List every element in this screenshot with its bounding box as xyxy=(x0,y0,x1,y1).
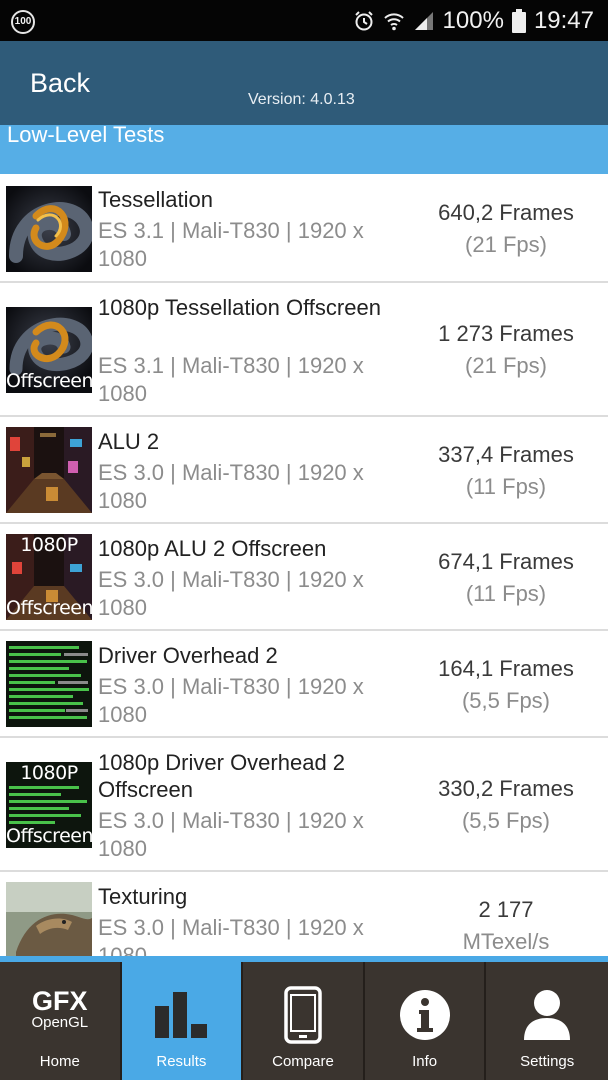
test-subtitle: ES 3.0 | Mali-T830 | 1920 x 1080 xyxy=(98,915,364,956)
app-header: Back Version: 4.0.13 xyxy=(0,41,608,125)
status-indicators: 100% 19:47 xyxy=(353,0,594,41)
test-score: 640,2 Frames xyxy=(438,200,574,225)
texturing-thumbnail xyxy=(6,882,92,956)
list-item[interactable]: Texturing ES 3.0 | Mali-T830 | 1920 x 10… xyxy=(0,872,608,956)
test-subtitle: ES 3.0 | Mali-T830 | 1920 x 1080 xyxy=(98,567,364,620)
list-item[interactable]: ALU 2 ES 3.0 | Mali-T830 | 1920 x 1080 3… xyxy=(0,417,608,524)
section-header: Low-Level Tests xyxy=(0,122,608,174)
bar-chart-icon xyxy=(122,988,242,1042)
offscreen-thumb-label: Offscreen xyxy=(6,825,92,847)
nav-label: Settings xyxy=(520,1053,575,1070)
offscreen-thumb-label: Offscreen xyxy=(6,597,92,619)
notification-badge-icon: 100 xyxy=(11,10,35,34)
test-title: Driver Overhead 2 xyxy=(98,643,278,668)
test-subtitle: ES 3.0 | Mali-T830 | 1920 x 1080 xyxy=(98,460,364,513)
1080p-thumb-label: 1080P xyxy=(20,534,78,556)
test-fps: (11 Fps) xyxy=(465,474,547,499)
test-fps: (5,5 Fps) xyxy=(461,688,551,713)
signal-icon xyxy=(413,10,435,32)
test-score: 164,1 Frames xyxy=(438,656,574,681)
version-label: Version: 4.0.13 xyxy=(248,91,355,108)
battery-icon xyxy=(511,8,526,33)
test-title: 1080p Driver Overhead 2 Offscreen xyxy=(98,750,346,802)
list-item[interactable]: 1080P Offscreen 1080p Driver Overhead 2 … xyxy=(0,738,608,872)
test-subtitle: ES 3.0 | Mali-T830 | 1920 x 1080 xyxy=(98,674,364,727)
test-fps: (5,5 Fps) xyxy=(461,808,551,833)
test-score: 674,1 Frames xyxy=(438,549,574,574)
battery-percent: 100% xyxy=(442,6,504,34)
test-score: 1 273 Frames xyxy=(438,321,574,346)
1080p-thumb-label: 1080P xyxy=(20,762,78,784)
user-icon xyxy=(486,988,608,1042)
test-fps: (21 Fps) xyxy=(465,232,547,257)
test-subtitle: ES 3.0 | Mali-T830 | 1920 x 1080 xyxy=(98,808,364,861)
list-item[interactable]: Offscreen 1080p Tessellation Offscreen E… xyxy=(0,283,608,417)
test-score: 330,2 Frames xyxy=(438,776,574,801)
offscreen-thumb-label: Offscreen xyxy=(6,370,92,392)
results-list[interactable]: Tessellation ES 3.1 | Mali-T830 | 1920 x… xyxy=(0,174,608,956)
test-unit: MTexel/s xyxy=(462,929,550,954)
alarm-icon xyxy=(353,10,375,32)
gfx-logo-text: GFX xyxy=(32,986,88,1016)
driver-overhead-thumbnail xyxy=(6,641,92,727)
driver-overhead-offscreen-thumbnail: 1080P Offscreen xyxy=(6,762,92,848)
tessellation-thumbnail xyxy=(6,186,92,272)
test-fps: (21 Fps) xyxy=(465,353,547,378)
alu2-offscreen-thumbnail: 1080P Offscreen xyxy=(6,534,92,620)
test-title: Tessellation xyxy=(98,187,213,212)
list-item[interactable]: 1080P Offscreen 1080p ALU 2 Offscreen ES… xyxy=(0,524,608,631)
test-title: 1080p Tessellation Offscreen xyxy=(98,295,381,320)
nav-label: Results xyxy=(156,1053,207,1070)
test-fps: (11 Fps) xyxy=(465,581,547,606)
info-icon xyxy=(365,988,485,1042)
back-button[interactable]: Back xyxy=(30,68,90,99)
wifi-icon xyxy=(383,10,405,32)
nav-home[interactable]: GFX OpenGL Home xyxy=(0,962,122,1080)
nav-results[interactable]: Results xyxy=(121,962,244,1080)
list-item[interactable]: Driver Overhead 2 ES 3.0 | Mali-T830 | 1… xyxy=(0,631,608,738)
nav-label: Compare xyxy=(272,1053,334,1070)
test-title: 1080p ALU 2 Offscreen xyxy=(98,536,327,561)
list-item[interactable]: Tessellation ES 3.1 | Mali-T830 | 1920 x… xyxy=(0,174,608,283)
test-subtitle: ES 3.1 | Mali-T830 | 1920 x 1080 xyxy=(98,218,364,271)
clock: 19:47 xyxy=(533,6,594,34)
tessellation-offscreen-thumbnail: Offscreen xyxy=(6,307,92,393)
test-title: Texturing xyxy=(98,884,188,909)
test-title: ALU 2 xyxy=(98,429,160,454)
nav-label: Home xyxy=(39,1053,80,1070)
test-subtitle: ES 3.1 | Mali-T830 | 1920 x 1080 xyxy=(98,353,364,406)
nav-compare[interactable]: Compare xyxy=(243,962,365,1080)
gfx-logo-icon: GFX OpenGL xyxy=(0,988,120,1032)
gfx-logo-subtext: OpenGL xyxy=(31,1014,89,1031)
nav-settings[interactable]: Settings xyxy=(486,962,608,1080)
phone-icon xyxy=(243,986,363,1044)
alu2-thumbnail xyxy=(6,427,92,513)
test-score: 337,4 Frames xyxy=(438,442,574,467)
test-score: 2 177 xyxy=(478,897,534,922)
status-bar: 100 100% 19:47 xyxy=(0,0,608,41)
bottom-navigation: GFX OpenGL Home Results Compare Info Set… xyxy=(0,956,608,1080)
nav-label: Info xyxy=(412,1053,438,1070)
nav-info[interactable]: Info xyxy=(365,962,487,1080)
section-title: Low-Level Tests xyxy=(7,122,165,147)
